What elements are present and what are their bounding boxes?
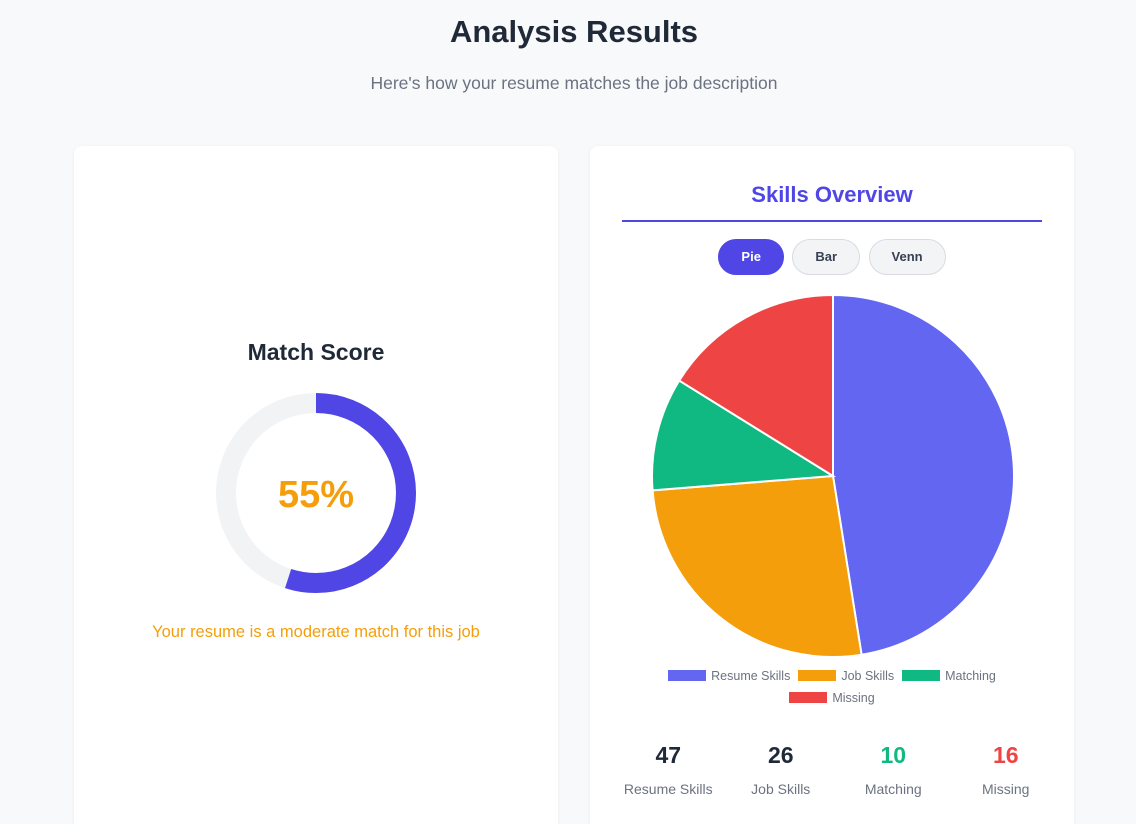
legend-swatch [789,692,828,703]
stat-matching: 10 Matching [837,742,950,797]
chart-type-tabs: Pie Bar Venn [590,239,1074,275]
tab-venn[interactable]: Venn [868,239,946,275]
legend-item[interactable]: Missing [789,687,875,709]
skills-pie-chart [651,293,1015,658]
stat-job-skills: 26 Job Skills [725,742,838,797]
legend-item[interactable]: Matching [902,665,996,687]
legend-item[interactable]: Job Skills [798,665,894,687]
stat-missing: 16 Missing [950,742,1063,797]
skills-overview-title: Skills Overview [751,182,913,207]
legend-item[interactable]: Resume Skills [668,665,790,687]
stat-resume-skills: 47 Resume Skills [612,742,725,797]
stat-value: 16 [992,742,1019,768]
match-score-message: Your resume is a moderate match for this… [152,623,480,641]
page-title: Analysis Results [449,14,699,49]
title-divider [622,220,1042,222]
legend-label: Job Skills [841,669,895,683]
legend-swatch [668,670,707,681]
stat-label: Missing [982,781,1030,797]
legend-swatch [798,670,837,681]
tab-pie[interactable]: Pie [718,239,784,275]
stat-label: Resume Skills [623,781,713,797]
match-score-title: Match Score [247,339,385,365]
skills-stats: 47 Resume Skills 26 Job Skills 10 Matchi… [612,742,1062,797]
pie-slice-resume-skills[interactable] [832,293,1015,656]
match-score-card: Match Score 55% Your resume is a moderat… [74,146,558,824]
stat-value: 47 [655,742,682,768]
legend-label: Matching [945,669,996,683]
legend-label: Resume Skills [711,669,791,683]
tab-bar[interactable]: Bar [792,239,861,275]
stat-label: Matching [864,781,922,797]
stat-label: Job Skills [751,781,811,797]
page-subtitle: Here's how your resume matches the job d… [370,73,778,93]
match-score-value: 55% [277,474,355,516]
pie-slice-job-skills[interactable] [651,474,863,658]
skills-overview-card: Skills Overview Pie Bar Venn Resume Skil… [590,146,1074,824]
legend-swatch [902,670,941,681]
legend-label: Missing [832,691,875,705]
stat-value: 10 [880,742,907,768]
chart-legend: Resume Skills Job Skills Matching Missing [650,665,1014,709]
stat-value: 26 [767,742,794,768]
